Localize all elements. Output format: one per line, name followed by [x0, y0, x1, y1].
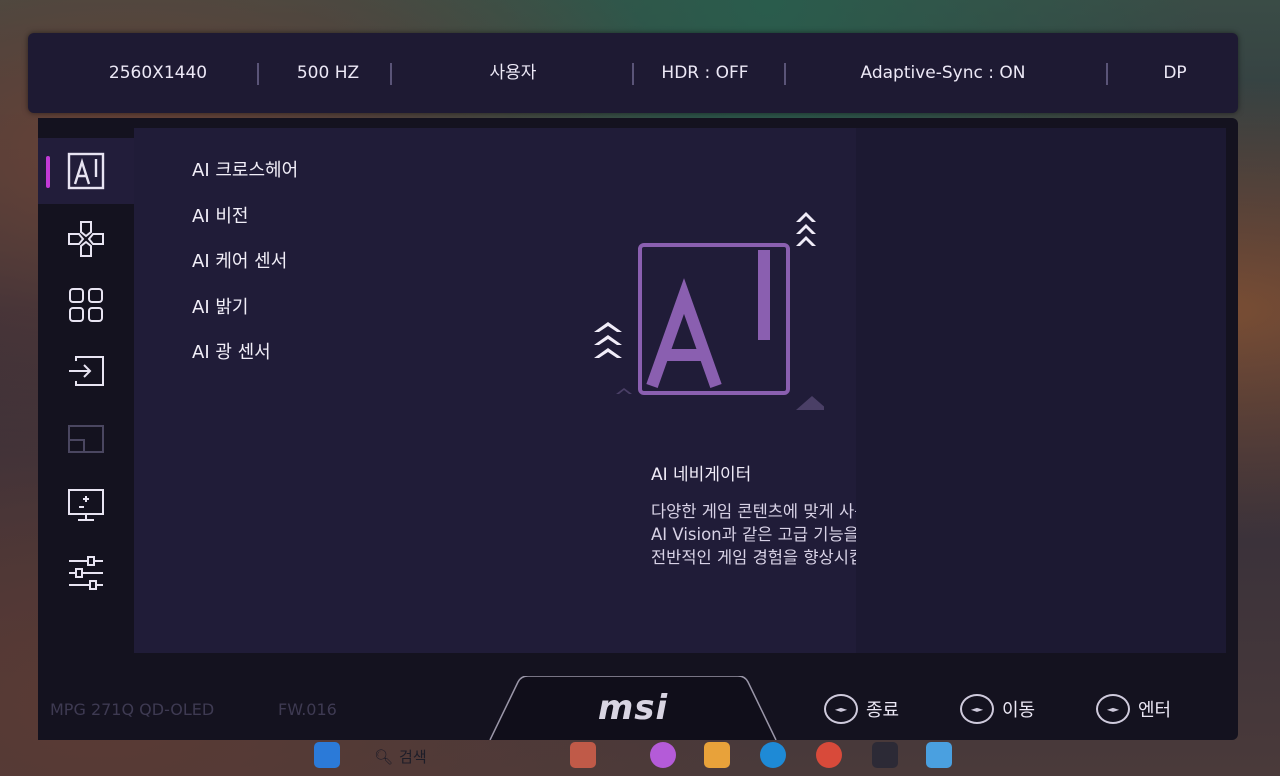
- exit-button[interactable]: ◄► 종료: [824, 694, 899, 724]
- osd-panel: AI 크로스헤어 AI 비전 AI 케어 센서 AI 밝기 AI 광 센서 AI…: [38, 118, 1238, 740]
- joystick-move-icon: ◄►: [960, 694, 994, 724]
- submenu-panel: AI 크로스헤어 AI 비전 AI 케어 센서 AI 밝기 AI 광 센서 AI…: [134, 128, 991, 653]
- enter-button[interactable]: ◄► 엔터: [1096, 694, 1171, 724]
- resolution-label: 2560X1440: [108, 63, 208, 83]
- menu-item-ai-vision[interactable]: AI 비전: [192, 202, 248, 228]
- display-icon: [68, 489, 104, 521]
- detail-panel: [856, 128, 1226, 653]
- mode-label: 사용자: [489, 63, 537, 83]
- move-button[interactable]: ◄► 이동: [960, 694, 1035, 724]
- hdr-status: HDR : OFF: [661, 63, 749, 83]
- enter-label: 엔터: [1138, 700, 1172, 721]
- adaptive-sync-status: Adaptive-Sync : ON: [860, 63, 1026, 83]
- pip-icon: [68, 425, 104, 453]
- exit-label: 종료: [866, 700, 900, 721]
- sidebar-item-pip[interactable]: [38, 406, 134, 472]
- firmware-version: FW.016: [278, 700, 337, 719]
- sidebar-item-layout[interactable]: [38, 272, 134, 338]
- gamepad-icon: [68, 221, 104, 257]
- divider: [784, 63, 786, 85]
- ai-navigator-illustration: [594, 212, 824, 410]
- search-label: 검색: [399, 748, 427, 766]
- move-label: 이동: [1002, 700, 1036, 721]
- search-icon: 🔍︎: [374, 747, 394, 766]
- joystick-exit-icon: ◄►: [824, 694, 858, 724]
- menu-item-ai-care-sensor[interactable]: AI 케어 센서: [192, 247, 287, 273]
- edge-icon[interactable]: [760, 742, 786, 768]
- divider: [390, 63, 392, 85]
- copilot-icon[interactable]: [650, 742, 676, 768]
- chrome-icon[interactable]: [816, 742, 842, 768]
- input-source-label: DP: [1163, 63, 1187, 83]
- joystick-enter-icon: ◄►: [1096, 694, 1130, 724]
- grid-icon: [69, 288, 103, 322]
- sidebar-item-input[interactable]: [38, 338, 134, 404]
- menu-item-ai-crosshair[interactable]: AI 크로스헤어: [192, 156, 298, 182]
- model-name: MPG 271Q QD-OLED: [50, 700, 215, 719]
- refresh-rate-label: 500 HZ: [296, 63, 360, 83]
- msi-logo: msi: [597, 688, 669, 728]
- divider: [257, 63, 259, 85]
- sidebar-item-display[interactable]: [38, 472, 134, 538]
- status-bar: 2560X1440 500 HZ 사용자 HDR : OFF Adaptive-…: [28, 33, 1238, 113]
- description-title: AI 네비게이터: [651, 465, 752, 485]
- sidebar-item-settings[interactable]: [38, 540, 134, 606]
- photos-icon[interactable]: [926, 742, 952, 768]
- widgets-icon[interactable]: [570, 742, 596, 768]
- input-source-icon: [69, 356, 104, 386]
- app-icon[interactable]: [872, 742, 898, 768]
- divider: [632, 63, 634, 85]
- ai-icon: [67, 152, 105, 190]
- windows-start-icon[interactable]: [314, 742, 340, 768]
- menu-item-ai-brightness[interactable]: AI 밝기: [192, 293, 248, 319]
- footer-bar: MPG 271Q QD-OLED FW.016 msi ◄► 종료 ◄► 이동 …: [38, 658, 1238, 740]
- sliders-icon: [69, 556, 103, 590]
- menu-item-ai-light-sensor[interactable]: AI 광 센서: [192, 338, 271, 364]
- file-explorer-icon[interactable]: [704, 742, 730, 768]
- sidebar-item-ai[interactable]: [38, 138, 134, 204]
- sidebar-item-gaming[interactable]: [38, 206, 134, 272]
- sidebar: [38, 118, 134, 740]
- taskbar-search[interactable]: 🔍︎ 검색: [374, 746, 427, 767]
- divider: [1106, 63, 1108, 85]
